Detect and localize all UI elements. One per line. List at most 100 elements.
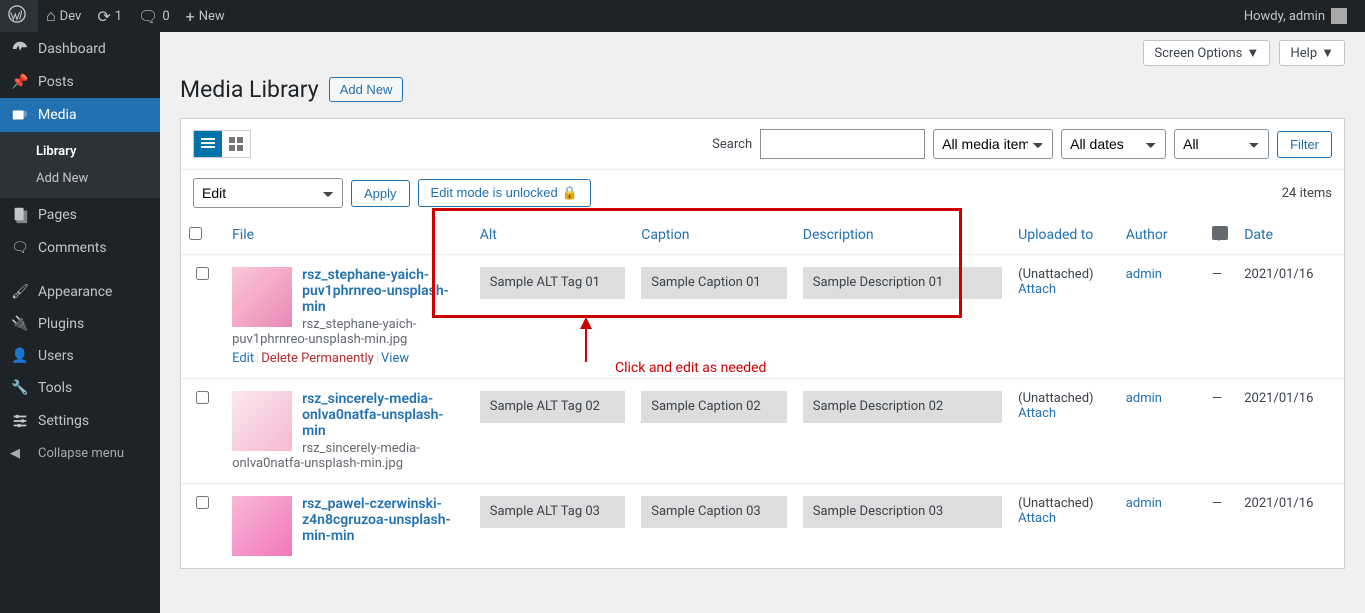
media-table: File Alt Caption Description Uploaded to… [181,216,1344,568]
col-caption-header[interactable]: Caption [641,227,689,243]
admin-bar: ⌂Dev ⟳1 🗨0 +New Howdy, admin [0,0,1365,32]
date-value: 2021/01/16 [1244,496,1313,511]
add-new-button[interactable]: Add New [329,77,404,102]
description-input[interactable]: Sample Description 02 [803,391,1002,423]
alt-input[interactable]: Sample ALT Tag 03 [480,496,626,528]
my-account[interactable]: Howdy, admin [1236,0,1355,32]
upload-status: (Unattached) [1018,391,1093,406]
author-link[interactable]: admin [1126,391,1162,406]
alt-input[interactable]: Sample ALT Tag 02 [480,391,626,423]
caption-input[interactable]: Sample Caption 03 [641,496,787,528]
lock-icon: 🔒 [562,185,578,200]
comments-count[interactable]: 🗨0 [130,0,178,32]
date-filter[interactable]: All dates [1061,129,1166,159]
attach-link[interactable]: Attach [1018,406,1056,421]
plus-icon: + [186,7,195,26]
select-all-checkbox[interactable] [189,227,202,240]
item-count: 24 items [1282,186,1332,201]
main-content: Screen Options▼ Help▼ Media Library Add … [160,32,1365,569]
menu-appearance[interactable]: 🖌Appearance [0,276,160,308]
help-button[interactable]: Help▼ [1279,40,1345,66]
home-icon: ⌂ [46,6,56,26]
wordpress-icon [8,5,26,27]
attach-link[interactable]: Attach [1018,511,1056,526]
view-link[interactable]: View [381,351,409,366]
collapse-menu[interactable]: ◀Collapse menu [0,438,160,469]
menu-tools[interactable]: 🔧Tools [0,372,160,404]
table-row: rsz_pawel-czerwinski-z4n8cgruzoa-unsplas… [181,484,1344,569]
list-view-button[interactable] [194,131,222,157]
col-alt-header[interactable]: Alt [480,227,497,243]
media-icon [10,106,30,124]
filter-bar: Search All media items All dates All Fil… [181,119,1344,170]
delete-link[interactable]: Delete Permanently [261,351,374,366]
menu-dashboard[interactable]: Dashboard [0,32,160,66]
bulk-actions-bar: Edit Apply Edit mode is unlocked🔒 24 ite… [181,170,1344,216]
menu-media[interactable]: Media [0,98,160,132]
view-toggle [193,130,251,158]
media-submenu: Library Add New [0,132,160,198]
site-name[interactable]: ⌂Dev [38,0,89,32]
row-checkbox[interactable] [196,391,209,404]
avatar [1331,8,1347,24]
bulk-action-select[interactable]: Edit [193,178,343,208]
col-description-header[interactable]: Description [803,227,874,243]
plug-icon: 🔌 [10,316,30,332]
media-type-filter[interactable]: All media items [933,129,1053,159]
alt-input[interactable]: Sample ALT Tag 01 [480,267,626,299]
menu-settings[interactable]: Settings [0,404,160,438]
user-icon: 👤 [10,348,30,364]
pages-icon [10,206,30,224]
upload-status: (Unattached) [1018,267,1093,282]
edit-link[interactable]: Edit [232,351,254,366]
upload-status: (Unattached) [1018,496,1093,511]
thumbnail[interactable] [232,496,292,556]
submenu-add-new[interactable]: Add New [0,165,160,192]
comment-count: — [1212,267,1222,282]
filter-button[interactable]: Filter [1277,131,1332,158]
grid-view-button[interactable] [222,131,250,157]
updates[interactable]: ⟳1 [89,0,130,32]
description-input[interactable]: Sample Description 03 [803,496,1002,528]
menu-plugins[interactable]: 🔌Plugins [0,308,160,340]
dashboard-icon [10,40,30,58]
description-input[interactable]: Sample Description 01 [803,267,1002,299]
media-list-panel: Search All media items All dates All Fil… [180,118,1345,569]
row-checkbox[interactable] [196,496,209,509]
menu-pages[interactable]: Pages [0,198,160,232]
menu-posts[interactable]: 📌Posts [0,66,160,98]
caption-input[interactable]: Sample Caption 02 [641,391,787,423]
submenu-library[interactable]: Library [0,138,160,165]
page-title: Media Library [180,76,319,103]
col-file-header[interactable]: File [232,227,254,243]
comment-count: — [1212,496,1222,511]
col-author-header[interactable]: Author [1126,227,1168,243]
apply-button[interactable]: Apply [351,180,410,207]
caption-input[interactable]: Sample Caption 01 [641,267,787,299]
search-input[interactable] [760,129,925,159]
col-date-header[interactable]: Date [1244,227,1273,243]
menu-users[interactable]: 👤Users [0,340,160,372]
author-link[interactable]: admin [1126,496,1162,511]
table-row: rsz_sincerely-media-onlva0natfa-unsplash… [181,379,1344,484]
wp-logo[interactable] [0,0,38,32]
refresh-icon: ⟳ [97,7,110,26]
edit-mode-button[interactable]: Edit mode is unlocked🔒 [418,179,591,207]
caret-down-icon: ▼ [1321,46,1334,61]
col-uploaded-header[interactable]: Uploaded to [1018,227,1093,243]
wrench-icon: 🔧 [10,380,30,396]
search-label: Search [712,137,752,152]
screen-options-button[interactable]: Screen Options▼ [1143,40,1270,66]
new-content[interactable]: +New [178,0,233,32]
attach-link[interactable]: Attach [1018,282,1056,297]
comment-icon: 🗨 [138,7,158,26]
thumbnail[interactable] [232,391,292,451]
comment-count: — [1212,391,1222,406]
category-filter[interactable]: All [1174,129,1269,159]
date-value: 2021/01/16 [1244,391,1313,406]
author-link[interactable]: admin [1126,267,1162,282]
row-checkbox[interactable] [196,267,209,280]
thumbnail[interactable] [232,267,292,327]
caret-down-icon: ▼ [1246,46,1259,61]
menu-comments[interactable]: 🗨Comments [0,232,160,264]
